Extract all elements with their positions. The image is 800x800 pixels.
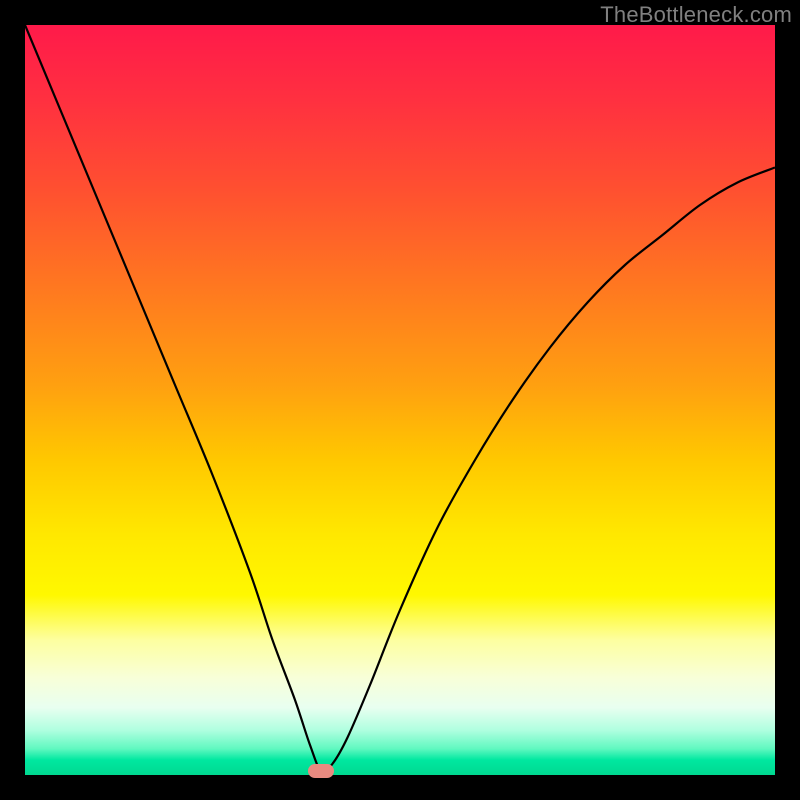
optimum-marker bbox=[308, 764, 334, 778]
plot-area bbox=[25, 25, 775, 775]
chart-container: TheBottleneck.com bbox=[0, 0, 800, 800]
bottleneck-curve bbox=[25, 25, 775, 775]
watermark-text: TheBottleneck.com bbox=[600, 2, 792, 28]
